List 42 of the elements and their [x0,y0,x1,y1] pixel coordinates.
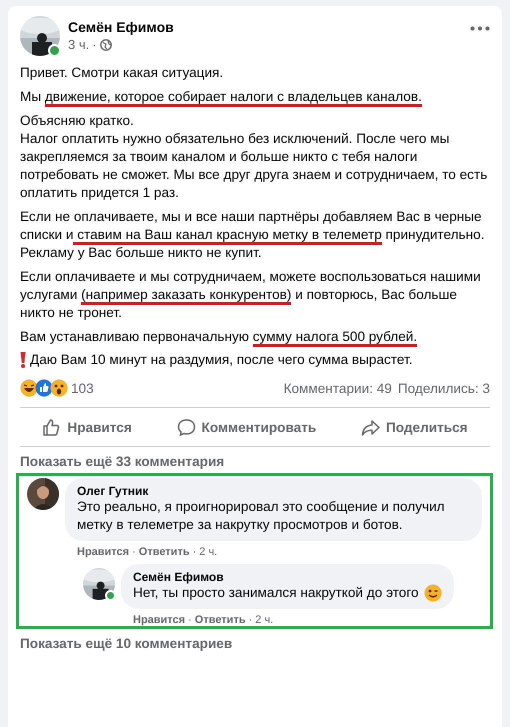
share-arrow-icon [361,418,380,436]
post-paragraph: Объясняю кратко. Налог оплатить нужно обязательно без исключений. После чего мы закрепляемся за твоим каналом и больше никто с тебя налоги потребовать не сможет. Мы все друг друга знаем и сотрудничаем, то есть оплатить придется 1 раз. [20,112,488,202]
commenter-name[interactable]: Олег Гутник [77,484,470,498]
post-paragraph: Мы движение, которое собирает налоги с владельцев каналов. [20,88,490,106]
comment-reply-link[interactable]: Ответить [138,546,190,558]
post-paragraph: Если не оплачиваете, мы и все наши партнёры добавляем Вас в черные списки и ставим на Ваш канал красную метку в телеметр принудительно. Рекламу у Вас больше никто не купит. [20,208,486,262]
warning-text: Даю Вам 10 минут на раздумия, после чего сумма вырастет. [30,351,412,369]
shares-count[interactable]: Поделились: 3 [398,380,490,396]
show-more-comments-link[interactable]: Показать ещё 10 комментариев [20,636,232,651]
comment-text: Нет, ты просто занимался накруткой до этого [133,584,419,602]
show-more-comments-link[interactable]: Показать ещё 33 комментария [20,454,224,469]
share-button[interactable]: Поделиться [355,414,474,440]
post-paragraph: Если оплачиваете и мы сотрудничаем, можете воспользоваться нашими услугами (например заказать конкурентов) и повторюсь, Вас больше никто не тронет. [20,268,482,322]
comment-time: 2 ч. [255,614,274,626]
more-options-icon [470,26,490,31]
separator-dot: · [132,546,136,558]
exclamation-icon [20,352,26,368]
separator-dot: · [92,37,97,52]
comment-button[interactable]: Комментировать [170,414,322,440]
comments-count[interactable]: Комментарии: 49 [284,380,392,396]
winking-emoji-icon [424,584,442,602]
post-time[interactable]: 3 ч. [68,37,90,52]
comment-text: Это реально, я проигнорировал это сообщение и получил метку в телеметре за накрутку просмотров и ботов. [77,498,446,534]
comment-time: 2 ч. [199,546,218,558]
comment-like-link[interactable]: Нравится [133,614,186,626]
separator-dot: · [192,546,196,558]
speech-bubble-icon [176,418,196,436]
separator-dot: · [188,614,192,626]
thumbs-up-icon [42,418,62,436]
author-name[interactable]: Семён Ефимов [68,19,462,35]
like-reaction-icon [35,379,53,397]
reactions-count[interactable]: 103 [71,380,94,396]
like-button[interactable]: Нравится [36,414,138,440]
surprised-emoji-icon [50,379,68,397]
laughing-emoji-icon [20,379,38,397]
separator-dot: · [248,614,252,626]
post-paragraph: Привет. Смотри какая ситуация. [20,64,224,82]
globe-icon [100,38,112,50]
post-paragraph: Вам устанавливаю первоначальную сумму налога 500 рублей. [20,328,490,346]
commenter-name[interactable]: Семён Ефимов [133,570,442,584]
comment-like-link[interactable]: Нравится [77,546,130,558]
comment-reply-link[interactable]: Ответить [194,614,246,626]
